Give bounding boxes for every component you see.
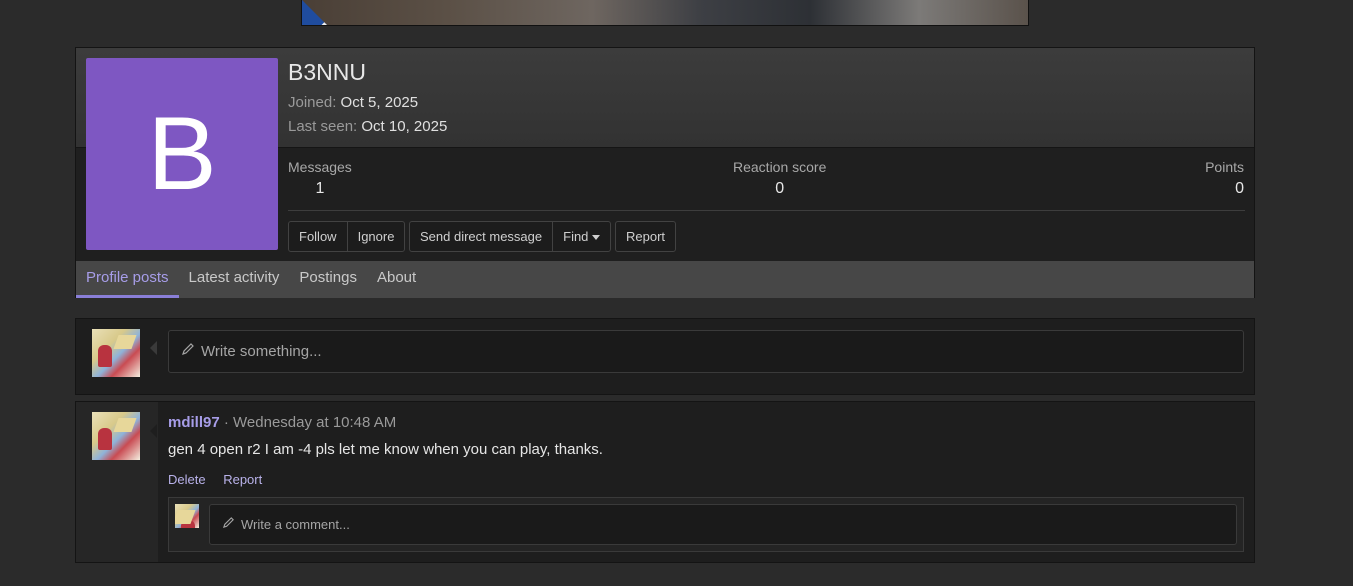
stat-messages[interactable]: Messages 1 [288, 159, 352, 198]
joined-value: Oct 5, 2025 [340, 94, 419, 111]
profile-post-composer: Write something... [75, 318, 1255, 395]
last-seen-line: Last seen: Oct 10, 2025 [288, 118, 447, 135]
avatar[interactable] [175, 504, 199, 528]
post-body: gen 4 open r2 I am -4 pls let me know wh… [168, 441, 603, 458]
message-find-group: Send direct message Find [409, 221, 612, 252]
find-button[interactable]: Find [552, 222, 610, 251]
stat-reaction-value: 0 [775, 180, 785, 197]
delete-link[interactable]: Delete [168, 472, 206, 487]
post-actions: Delete Report [168, 472, 276, 487]
follow-ignore-group: Follow Ignore [288, 221, 406, 252]
pencil-icon [222, 516, 235, 534]
bubble-arrow [150, 424, 157, 438]
post-separator: · [223, 414, 229, 431]
banner-ad[interactable] [301, 0, 1029, 26]
member-header: B B3NNU Joined: Oct 5, 2025 Last seen: O… [75, 47, 1255, 298]
post-header: mdill97 · Wednesday at 10:48 AM [168, 414, 396, 431]
comment-area: Write a comment... [168, 497, 1244, 552]
send-direct-message-button[interactable]: Send direct message [410, 222, 552, 251]
chevron-down-icon [592, 235, 601, 241]
bubble-arrow [150, 341, 157, 355]
profile-post: mdill97 · Wednesday at 10:48 AM gen 4 op… [75, 401, 1255, 563]
avatar[interactable] [92, 329, 140, 377]
joined-label: Joined: [288, 94, 337, 111]
write-something-input[interactable]: Write something... [168, 330, 1244, 373]
find-label: Find [563, 229, 589, 244]
page-title: B3NNU [288, 59, 366, 85]
stat-reaction-score: Reaction score 0 [733, 159, 826, 198]
stat-points-label: Points [1205, 159, 1244, 175]
stat-messages-label: Messages [288, 159, 352, 175]
stats-divider [288, 210, 1245, 211]
pencil-icon [181, 342, 195, 361]
tab-latest-activity[interactable]: Latest activity [179, 261, 290, 298]
profile-tabs: Profile posts Latest activity Postings A… [76, 261, 1254, 298]
tab-postings[interactable]: Postings [289, 261, 367, 298]
stat-messages-value[interactable]: 1 [288, 180, 352, 198]
avatar[interactable] [92, 412, 140, 460]
post-timestamp[interactable]: Wednesday at 10:48 AM [233, 414, 396, 431]
report-button[interactable]: Report [616, 222, 675, 251]
stat-points-value[interactable]: 0 [1205, 180, 1244, 198]
avatar[interactable]: B [86, 58, 278, 250]
joined-line: Joined: Oct 5, 2025 [288, 94, 418, 111]
report-group: Report [615, 221, 677, 252]
report-link[interactable]: Report [223, 472, 262, 487]
follow-button[interactable]: Follow [289, 222, 347, 251]
stat-points[interactable]: Points 0 [1205, 159, 1244, 198]
post-author-link[interactable]: mdill97 [168, 414, 220, 431]
write-comment-placeholder: Write a comment... [241, 517, 350, 532]
write-something-placeholder: Write something... [201, 343, 322, 360]
last-seen-value[interactable]: Oct 10, 2025 [361, 118, 447, 135]
write-comment-input[interactable]: Write a comment... [209, 504, 1237, 545]
tab-about[interactable]: About [367, 261, 426, 298]
ignore-button[interactable]: Ignore [346, 222, 405, 251]
stat-reaction-label: Reaction score [733, 159, 827, 175]
last-seen-label: Last seen: [288, 118, 358, 135]
avatar-letter: B [147, 96, 217, 212]
banner-ad-image [302, 0, 328, 25]
tab-profile-posts[interactable]: Profile posts [76, 261, 179, 298]
